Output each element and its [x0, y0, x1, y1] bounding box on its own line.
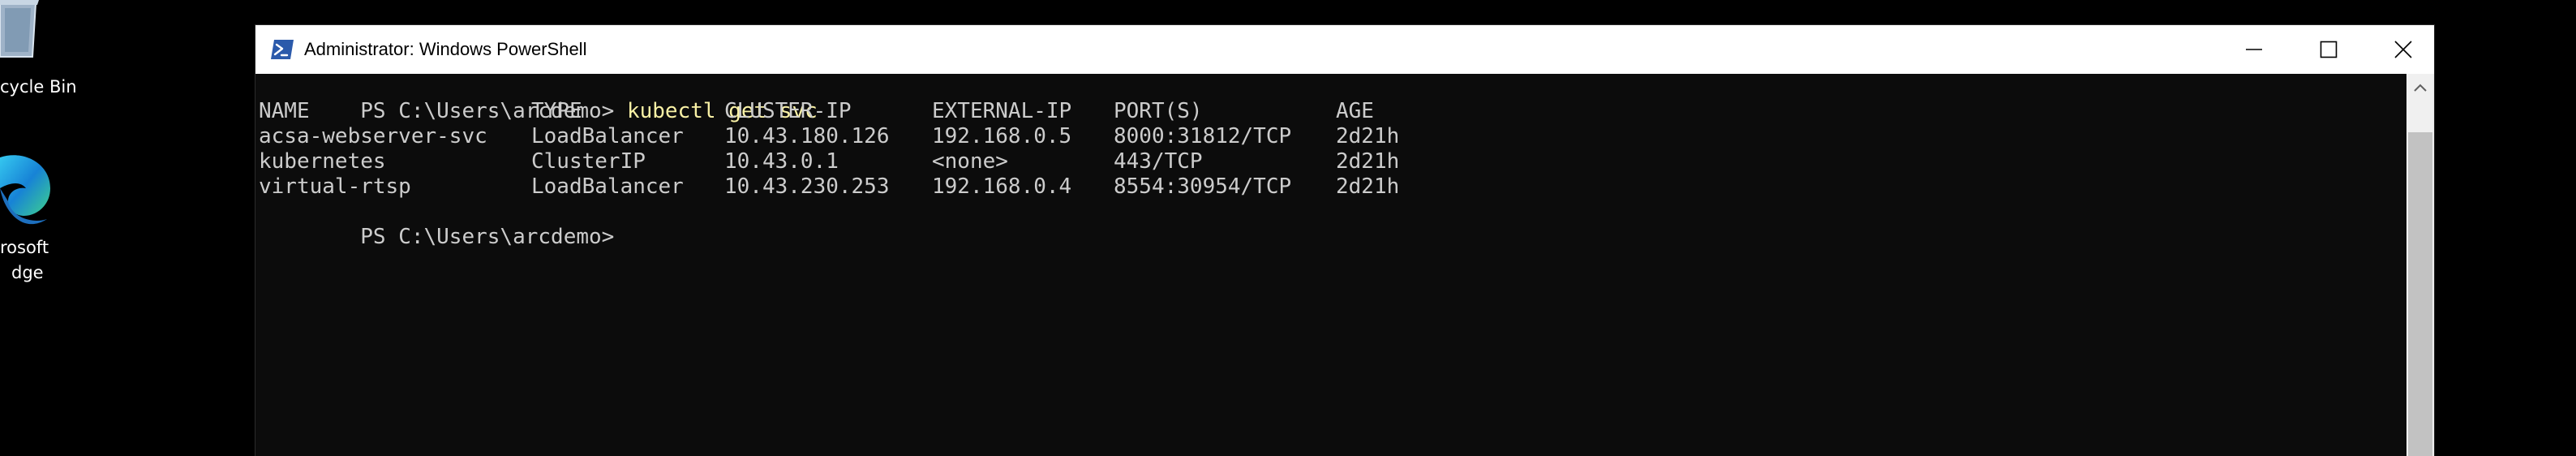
title-bar[interactable]: Administrator: Windows PowerShell [255, 25, 2434, 74]
header-name: NAME [259, 99, 310, 123]
cell-ports: 8554:30954/TCP [1114, 174, 1292, 199]
edge-label: rosoft dge [0, 235, 49, 286]
table-row: kubernetes ClusterIP 10.43.0.1 <none> 44… [259, 149, 2368, 174]
chevron-up-icon [2414, 84, 2427, 92]
cell-external-ip: 192.168.0.4 [932, 174, 1072, 199]
minimize-button[interactable] [2217, 25, 2291, 74]
table-row: acsa-webserver-svc LoadBalancer 10.43.18… [259, 124, 2368, 149]
window-title: Administrator: Windows PowerShell [304, 39, 587, 59]
header-cluster-ip: CLUSTER-IP [724, 99, 852, 123]
cell-ports: 443/TCP [1114, 149, 1203, 174]
cell-type: LoadBalancer [531, 174, 684, 199]
cell-type: ClusterIP [531, 149, 646, 174]
cell-age: 2d21h [1336, 124, 1400, 148]
header-age: AGE [1336, 99, 1374, 123]
edge-icon [0, 155, 50, 225]
cell-ports: 8000:31812/TCP [1114, 124, 1292, 148]
header-ports: PORT(S) [1114, 99, 1203, 123]
cell-cluster-ip: 10.43.230.253 [724, 174, 890, 199]
cell-name: kubernetes [259, 149, 386, 174]
cell-age: 2d21h [1336, 149, 1400, 174]
prompt: PS C:\Users\arcdemo> [360, 225, 615, 249]
cell-name: virtual-rtsp [259, 174, 411, 199]
powershell-icon [271, 40, 294, 59]
powershell-window[interactable]: Administrator: Windows PowerShell PS C:\… [255, 24, 2435, 456]
cell-external-ip: <none> [932, 149, 1008, 174]
table-header-row: NAME TYPE CLUSTER-IP EXTERNAL-IP PORT(S)… [259, 99, 2368, 124]
console-output[interactable]: PS C:\Users\arcdemo> kubectl get svc NAM… [255, 74, 2406, 456]
cell-cluster-ip: 10.43.180.126 [724, 124, 890, 148]
close-button[interactable] [2366, 25, 2441, 74]
scroll-thumb[interactable] [2408, 132, 2432, 456]
cell-name: acsa-webserver-svc [259, 124, 487, 148]
close-icon [2394, 41, 2412, 58]
header-type: TYPE [531, 99, 582, 123]
vertical-scrollbar[interactable] [2406, 74, 2434, 456]
scroll-up-button[interactable] [2406, 74, 2434, 101]
cell-type: LoadBalancer [531, 124, 684, 148]
cell-age: 2d21h [1336, 174, 1400, 199]
recycle-bin-label: cycle Bin [0, 77, 77, 97]
maximize-button[interactable] [2291, 25, 2366, 74]
header-external-ip: EXTERNAL-IP [932, 99, 1072, 123]
cell-external-ip: 192.168.0.5 [932, 124, 1072, 148]
desktop: cycle Bin rosoft dge Administrator: Wind… [0, 0, 2576, 456]
table-row: virtual-rtsp LoadBalancer 10.43.230.253 … [259, 174, 2368, 200]
edge-label-line1: rosoft [0, 238, 49, 257]
minimize-icon [2246, 49, 2262, 50]
prompt-line: PS C:\Users\arcdemo> [259, 200, 614, 275]
edge-label-line2: dge [11, 263, 44, 282]
maximize-icon [2320, 41, 2338, 58]
recycle-bin-icon [0, 0, 39, 58]
cell-cluster-ip: 10.43.0.1 [724, 149, 839, 174]
